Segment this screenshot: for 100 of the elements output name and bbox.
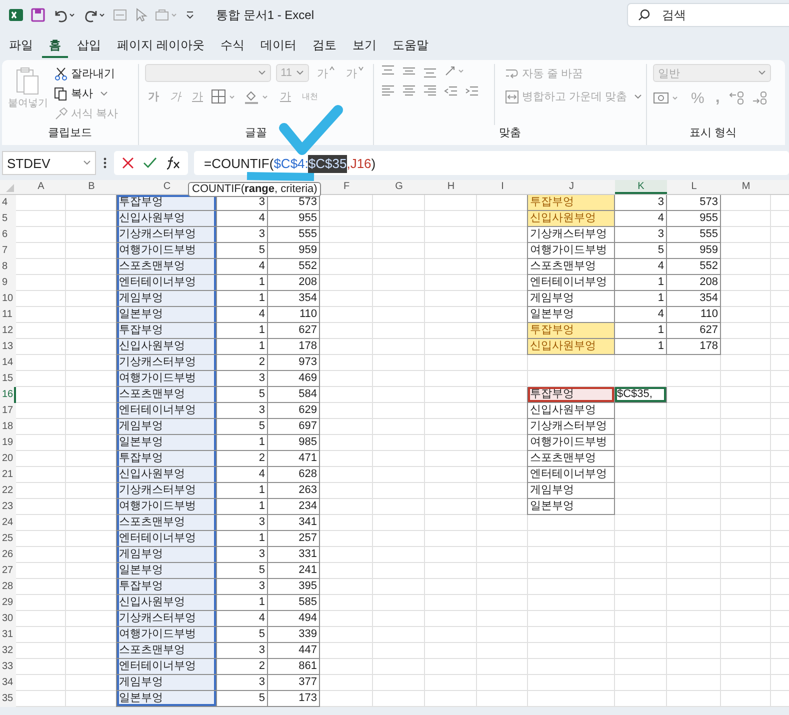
table-cell: 기상캐스터부엉 xyxy=(116,611,217,627)
cut-button[interactable]: 잘라내기 xyxy=(52,64,120,83)
table-cell: 2 xyxy=(216,659,268,675)
table-cell: 5 xyxy=(216,387,268,403)
caret-icon xyxy=(358,66,364,70)
row-header[interactable]: 12 xyxy=(0,323,16,339)
row-header[interactable]: 9 xyxy=(0,275,16,291)
pointer-icon[interactable] xyxy=(134,7,148,23)
row-header[interactable]: 22 xyxy=(0,483,16,499)
row-header[interactable]: 6 xyxy=(0,227,16,243)
table-cell: 1 xyxy=(216,483,268,499)
table-cell: 173 xyxy=(267,691,320,707)
ribbon-tab[interactable]: 홈 xyxy=(42,32,68,58)
table-cell: 4 xyxy=(216,211,268,227)
name-box[interactable]: STDEV xyxy=(2,151,96,175)
column-header[interactable]: K xyxy=(615,180,667,194)
row-header[interactable]: 32 xyxy=(0,643,16,659)
table-cell: 1 xyxy=(216,531,268,547)
column-header[interactable]: F xyxy=(320,180,373,194)
row-header[interactable]: 29 xyxy=(0,595,16,611)
column-header[interactable]: I xyxy=(477,180,528,194)
table-cell: 여행가이드부벙 xyxy=(116,499,217,515)
row-header[interactable]: 16 xyxy=(0,387,16,403)
row-header[interactable]: 10 xyxy=(0,291,16,307)
column-header[interactable]: J xyxy=(528,180,615,194)
table-cell: 5 xyxy=(216,243,268,259)
row-header[interactable]: 35 xyxy=(0,691,16,707)
column-header[interactable]: M xyxy=(721,180,771,194)
table-cell: 게임부엉 xyxy=(116,419,217,435)
caret-icon xyxy=(634,94,642,100)
ribbon-tab[interactable]: 데이터 xyxy=(253,32,304,58)
table-cell: 1 xyxy=(216,291,268,307)
row-header[interactable]: 14 xyxy=(0,355,16,371)
row-header[interactable]: 20 xyxy=(0,451,16,467)
table-cell: 469 xyxy=(267,371,320,387)
table-cell: 628 xyxy=(267,467,320,483)
table-cell: 110 xyxy=(666,307,721,323)
row-header[interactable]: 31 xyxy=(0,627,16,643)
row-header[interactable]: 15 xyxy=(0,371,16,387)
table-cell: 3 xyxy=(614,227,667,243)
caret-icon xyxy=(758,70,766,76)
ribbon-tab[interactable]: 삽입 xyxy=(70,32,108,58)
underline-annotation xyxy=(246,172,314,181)
ribbon-tab[interactable]: 도움말 xyxy=(385,32,436,58)
caret-icon xyxy=(100,90,108,96)
enter-checkmark-icon[interactable] xyxy=(142,155,158,171)
table-cell: 5 xyxy=(216,563,268,579)
table-cell: 일본부엉 xyxy=(116,435,217,451)
ribbon-tab[interactable]: 페이지 레이아웃 xyxy=(110,32,212,58)
search-field[interactable]: 검색 xyxy=(627,3,789,27)
row-header[interactable]: 26 xyxy=(0,547,16,563)
more-options-icon[interactable] xyxy=(102,156,108,170)
row-header[interactable]: 18 xyxy=(0,419,16,435)
table-cell: 스포츠맨부엉 xyxy=(116,259,217,275)
row-header[interactable]: 28 xyxy=(0,579,16,595)
row-header[interactable]: 8 xyxy=(0,259,16,275)
row-header[interactable]: 23 xyxy=(0,499,16,515)
save-icon[interactable] xyxy=(30,7,46,23)
ribbon-tab[interactable]: 파일 xyxy=(2,32,40,58)
form-icon[interactable] xyxy=(112,7,128,23)
ribbon-tab[interactable]: 수식 xyxy=(213,32,252,58)
table-cell: 1 xyxy=(216,339,268,355)
ribbon-tab[interactable]: 검토 xyxy=(305,32,344,58)
row-header[interactable]: 25 xyxy=(0,531,16,547)
table-cell: 955 xyxy=(666,211,721,227)
copy-button[interactable]: 복사 xyxy=(52,84,120,103)
column-header[interactable]: G xyxy=(373,180,425,194)
table-cell: 1 xyxy=(614,323,667,339)
table-cell: 178 xyxy=(267,339,320,355)
row-header[interactable]: 33 xyxy=(0,659,16,675)
insert-function-icon[interactable] xyxy=(164,155,182,171)
table-cell: 게임부엉 xyxy=(527,291,615,307)
row-header[interactable]: 13 xyxy=(0,339,16,355)
row-header[interactable]: 34 xyxy=(0,675,16,691)
column-header[interactable]: L xyxy=(667,180,721,194)
table-cell: 게임부엉 xyxy=(116,675,217,691)
group-label: 글꼴 xyxy=(245,127,267,139)
row-header[interactable]: 11 xyxy=(0,307,16,323)
column-header[interactable]: A xyxy=(16,180,66,194)
table-cell: 377 xyxy=(267,675,320,691)
table-cell: 3 xyxy=(216,579,268,595)
table-cell: 일본부엉 xyxy=(527,307,615,323)
active-cell-editor[interactable]: $C$35, xyxy=(614,387,667,403)
column-header[interactable]: H xyxy=(425,180,477,194)
row-header[interactable]: 30 xyxy=(0,611,16,627)
cancel-icon[interactable] xyxy=(120,155,136,171)
row-header[interactable]: 27 xyxy=(0,563,16,579)
column-header[interactable]: B xyxy=(66,180,117,194)
row-header[interactable]: 24 xyxy=(0,515,16,531)
row-header[interactable]: 5 xyxy=(0,211,16,227)
ribbon-tab[interactable]: 보기 xyxy=(345,32,384,58)
row-header[interactable]: 7 xyxy=(0,243,16,259)
formula-field[interactable]: =COUNTIF($C$4:$C$35,J16) xyxy=(194,151,789,175)
table-cell: 555 xyxy=(666,227,721,243)
table-cell: 1 xyxy=(614,275,667,291)
row-header[interactable]: 4 xyxy=(0,195,16,211)
row-header[interactable]: 21 xyxy=(0,467,16,483)
row-header[interactable]: 17 xyxy=(0,403,16,419)
row-header[interactable]: 19 xyxy=(0,435,16,451)
table-cell: 투잡부엉 xyxy=(527,195,615,211)
